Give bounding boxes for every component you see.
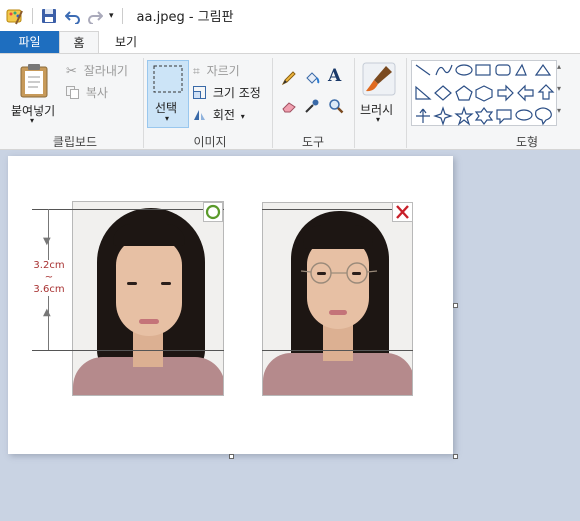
shapes-grid-icon <box>415 63 555 126</box>
group-separator <box>354 58 355 148</box>
shapes-scroll-up-icon[interactable]: ▴ <box>557 62 561 71</box>
customize-toolbar-icon[interactable]: ▾ <box>109 11 114 21</box>
photo-bangs <box>303 225 373 249</box>
scissors-icon: ✂ <box>66 64 77 79</box>
shapes-gallery[interactable] <box>411 60 557 126</box>
rotate-icon <box>194 110 205 120</box>
image-group-label: 이미지 <box>193 135 227 149</box>
photo-lips <box>329 310 347 315</box>
shapes-scroll-down-icon[interactable]: ▾ <box>557 84 561 93</box>
chevron-down-icon: ▾ <box>240 112 245 121</box>
passport-photo-bad <box>262 202 413 396</box>
cut-button[interactable]: ✂ 잘라내기 <box>66 62 128 79</box>
shapes-group-label: 도형 <box>515 135 539 149</box>
photo-eye <box>317 272 326 275</box>
measure-min-label: 3.2cm <box>33 260 65 271</box>
selection-icon <box>153 65 183 93</box>
chevron-down-icon: ▾ <box>165 114 170 123</box>
measure-annotation: 3.2cm ~ 3.6cm <box>30 260 68 296</box>
paste-button[interactable]: 붙여넣기 ▾ <box>8 60 60 126</box>
photo-lips <box>139 319 159 324</box>
rotate-button[interactable]: 회전 ▾ <box>193 106 245 123</box>
color-picker-icon[interactable] <box>304 98 320 117</box>
brushes-button[interactable]: 브러시 ▾ <box>358 60 400 128</box>
ribbon-tabs: 파일 홈 보기 <box>0 31 580 54</box>
group-separator <box>406 58 407 148</box>
resize-handle-corner[interactable] <box>453 454 458 459</box>
bottom-guide-line <box>262 350 413 351</box>
resize-button[interactable]: 크기 조정 <box>193 84 261 101</box>
select-button[interactable]: 선택 ▾ <box>147 60 189 128</box>
chevron-down-icon: ▾ <box>30 116 35 125</box>
crop-label: 자르기 <box>206 64 240 78</box>
top-guide-line <box>32 209 224 210</box>
fill-bucket-icon[interactable] <box>304 70 320 89</box>
magnifier-icon[interactable] <box>328 98 344 117</box>
title-bar: ▾ aa.jpeg - 그림판 <box>0 0 580 31</box>
copy-icon <box>66 86 79 99</box>
eyeglasses-icon <box>300 262 378 284</box>
save-icon[interactable] <box>41 8 57 24</box>
text-tool-icon[interactable]: A <box>328 66 341 86</box>
passport-photo-good <box>72 201 224 396</box>
window-title: aa.jpeg - 그림판 <box>136 10 234 25</box>
resize-label: 크기 조정 <box>212 86 261 100</box>
tab-home[interactable]: 홈 <box>59 31 99 54</box>
group-separator <box>272 58 273 148</box>
toolbar-divider <box>32 7 33 24</box>
resize-handle-bottom[interactable] <box>229 454 234 459</box>
clipboard-icon <box>20 64 48 98</box>
measure-max-label: 3.6cm <box>33 284 65 295</box>
resize-icon <box>193 86 206 99</box>
photo-bangs <box>113 224 185 246</box>
pencil-icon[interactable] <box>281 70 297 89</box>
photo-eye <box>161 282 171 285</box>
top-guide-line <box>262 209 413 210</box>
paint-app-icon[interactable] <box>6 7 24 25</box>
crop-button[interactable]: ⌗ 자르기 <box>193 62 240 79</box>
photo-eye <box>352 272 361 275</box>
clipboard-group-label: 클립보드 <box>52 135 98 149</box>
shapes-expand-icon[interactable]: ▾ <box>557 106 561 115</box>
crop-icon: ⌗ <box>193 64 200 78</box>
copy-button[interactable]: 복사 <box>66 84 108 101</box>
undo-icon[interactable] <box>65 8 81 24</box>
cut-label: 잘라내기 <box>83 64 128 78</box>
arrow-up-icon: ▲ <box>43 307 51 318</box>
tab-view[interactable]: 보기 <box>103 31 149 54</box>
ok-circle-icon <box>203 202 223 222</box>
drawing-canvas[interactable]: ▼ ▲ 3.2cm ~ 3.6cm <box>8 156 453 454</box>
eraser-icon[interactable] <box>281 98 297 117</box>
group-separator <box>143 58 144 148</box>
bottom-guide-line <box>32 350 224 351</box>
brush-icon <box>362 62 396 96</box>
photo-eye <box>127 282 137 285</box>
tab-file[interactable]: 파일 <box>0 31 59 54</box>
x-mark-icon <box>392 202 413 222</box>
measure-tilde: ~ <box>44 272 54 283</box>
ribbon: 붙여넣기 ▾ ✂ 잘라내기 복사 클립보드 선택 ▾ ⌗ 자르기 크기 조정 회… <box>0 53 580 150</box>
arrow-down-icon: ▼ <box>43 236 51 247</box>
chevron-down-icon: ▾ <box>376 115 381 124</box>
toolbar-divider <box>121 7 123 24</box>
copy-label: 복사 <box>85 86 108 100</box>
rotate-label: 회전 <box>212 108 235 122</box>
tools-group-label: 도구 <box>301 135 325 149</box>
redo-icon[interactable] <box>87 8 103 24</box>
resize-handle-right[interactable] <box>453 303 458 308</box>
